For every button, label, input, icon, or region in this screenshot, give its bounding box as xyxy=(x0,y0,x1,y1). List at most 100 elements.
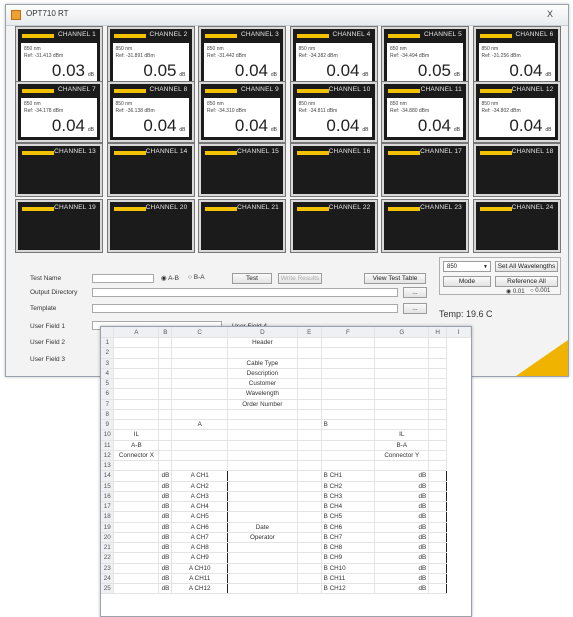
channel-tile[interactable]: CHANNEL 18 xyxy=(472,143,561,197)
sheet-cell[interactable]: dB xyxy=(374,563,430,574)
sheet-cell[interactable] xyxy=(171,388,229,400)
sheet-cell[interactable]: dB xyxy=(158,491,173,503)
channel-tile[interactable]: CHANNEL 15 xyxy=(198,143,286,197)
sheet-cell[interactable] xyxy=(297,583,322,595)
sheet-cell[interactable] xyxy=(227,542,298,554)
sheet-cell[interactable]: dB xyxy=(374,573,430,585)
sheet-cell[interactable] xyxy=(321,337,376,349)
row-header[interactable]: 13 xyxy=(101,460,115,472)
view-test-table-button[interactable]: View Test Table xyxy=(364,273,426,284)
sheet-cell[interactable] xyxy=(297,450,322,462)
row-header[interactable]: 2 xyxy=(101,347,115,359)
sheet-cell[interactable] xyxy=(297,481,322,492)
sheet-cell[interactable] xyxy=(113,337,160,349)
sheet-cell[interactable]: dB xyxy=(374,583,430,595)
sheet-cell[interactable] xyxy=(171,440,229,451)
sheet-cell[interactable]: A CH12 xyxy=(171,583,229,595)
row-header[interactable]: 7 xyxy=(101,399,115,410)
sheet-cell[interactable] xyxy=(428,409,448,421)
sheet-cell[interactable] xyxy=(297,563,322,574)
sheet-cell[interactable]: Customer xyxy=(227,378,298,390)
sheet-cell[interactable] xyxy=(113,552,160,564)
sheet-cell[interactable] xyxy=(297,429,322,441)
sheet-cell[interactable] xyxy=(297,378,322,390)
sheet-cell[interactable] xyxy=(158,347,173,359)
sheet-cell[interactable] xyxy=(171,378,229,390)
sheet-cell[interactable]: B CH2 xyxy=(320,481,376,492)
sheet-cell[interactable] xyxy=(428,460,448,472)
channel-tile[interactable]: CHANNEL 23 xyxy=(381,199,469,253)
sheet-cell[interactable] xyxy=(113,491,160,503)
sheet-cell[interactable] xyxy=(297,491,322,503)
sheet-cell[interactable] xyxy=(297,388,322,400)
sheet-cell[interactable] xyxy=(227,573,298,585)
column-header[interactable]: H xyxy=(428,327,448,338)
row-header[interactable]: 3 xyxy=(101,358,115,369)
sheet-cell[interactable] xyxy=(428,563,448,574)
row-header[interactable]: 4 xyxy=(101,368,115,380)
sheet-cell[interactable] xyxy=(158,409,173,421)
sheet-cell[interactable] xyxy=(428,501,448,513)
sheet-cell[interactable] xyxy=(428,470,448,482)
sheet-cell[interactable] xyxy=(227,440,298,451)
row-header[interactable]: 5 xyxy=(101,378,115,390)
sheet-cell[interactable]: B CH10 xyxy=(320,563,376,574)
row-header[interactable]: 23 xyxy=(101,563,115,574)
sheet-cell[interactable] xyxy=(171,358,229,369)
sheet-cell[interactable] xyxy=(158,378,173,390)
sheet-cell[interactable] xyxy=(113,347,160,359)
sheet-cell[interactable] xyxy=(374,460,430,472)
row-header[interactable]: 9 xyxy=(101,419,115,431)
sheet-cell[interactable] xyxy=(113,501,160,513)
row-header[interactable]: 8 xyxy=(101,409,115,421)
sheet-cell[interactable] xyxy=(171,399,229,410)
sheet-cell[interactable] xyxy=(428,481,448,492)
sheet-cell[interactable] xyxy=(227,583,298,595)
sheet-cell[interactable]: Connector Y xyxy=(374,450,430,462)
row-header[interactable]: 15 xyxy=(101,481,115,492)
sheet-cell[interactable] xyxy=(428,388,448,400)
sheet-cell[interactable]: B xyxy=(321,419,376,431)
column-header[interactable]: G xyxy=(374,327,430,338)
row-header[interactable]: 19 xyxy=(101,522,115,533)
sheet-cell[interactable]: B CH9 xyxy=(320,552,376,564)
sheet-cell[interactable]: A CH11 xyxy=(171,573,229,585)
sheet-cell[interactable]: B CH12 xyxy=(320,583,376,595)
sheet-cell[interactable] xyxy=(113,378,160,390)
radio-ab[interactable]: ◉ A-B xyxy=(161,274,179,282)
template-browse-button[interactable]: ... xyxy=(403,303,427,314)
row-header[interactable]: 21 xyxy=(101,542,115,554)
sheet-cell[interactable]: Order Number xyxy=(227,399,298,410)
sheet-cell[interactable] xyxy=(321,450,376,462)
sheet-cell[interactable] xyxy=(297,347,322,359)
sheet-cell[interactable]: A CH10 xyxy=(171,563,229,574)
row-header[interactable]: 16 xyxy=(101,491,115,503)
sheet-cell[interactable] xyxy=(321,460,376,472)
channel-tile[interactable]: CHANNEL 17 xyxy=(381,143,469,197)
test-button[interactable]: Test xyxy=(232,273,272,284)
channel-tile[interactable]: CHANNEL 20 xyxy=(106,199,195,253)
sheet-cell[interactable]: IL xyxy=(374,429,430,441)
sheet-cell[interactable] xyxy=(428,440,448,451)
sheet-cell[interactable]: dB xyxy=(374,522,430,533)
sheet-cell[interactable] xyxy=(171,337,229,349)
column-header[interactable]: I xyxy=(446,327,471,338)
sheet-cell[interactable] xyxy=(297,460,322,472)
channel-tile[interactable]: CHANNEL 1 850 nm Ref: -31.413 dBm 0.03 dB xyxy=(15,26,103,88)
sheet-cell[interactable] xyxy=(428,583,448,595)
sheet-cell[interactable]: dB xyxy=(374,552,430,564)
sheet-cell[interactable]: A CH8 xyxy=(171,542,229,554)
sheet-cell[interactable] xyxy=(428,368,448,380)
sheet-cell[interactable]: B CH7 xyxy=(320,532,376,544)
sheet-cell[interactable]: A-B xyxy=(113,440,160,451)
sheet-cell[interactable] xyxy=(297,522,322,533)
sheet-cell[interactable] xyxy=(374,358,430,369)
sheet-cell[interactable]: dB xyxy=(158,470,173,482)
sheet-cell[interactable] xyxy=(227,481,298,492)
sheet-cell[interactable] xyxy=(297,542,322,554)
channel-tile[interactable]: CHANNEL 3 850 nm Ref: -31.442 dBm 0.04 dB xyxy=(198,26,286,88)
sheet-cell[interactable]: Header xyxy=(227,337,298,349)
close-button[interactable]: X xyxy=(538,8,562,21)
sheet-cell[interactable] xyxy=(227,501,298,513)
sheet-cell[interactable] xyxy=(297,573,322,585)
